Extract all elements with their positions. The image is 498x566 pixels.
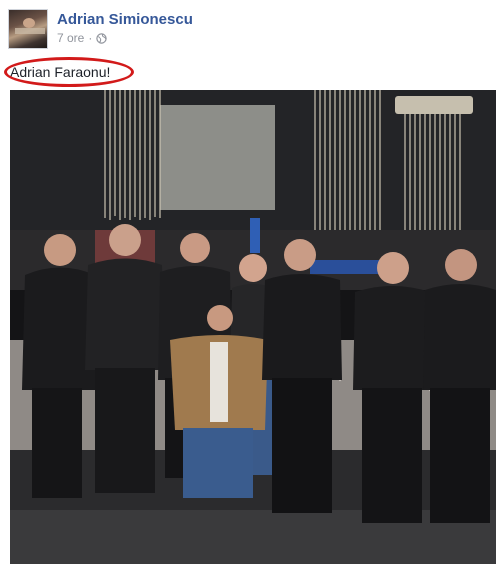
author-avatar[interactable] [8,9,48,49]
post-meta: 7 ore · [57,31,108,45]
caption-area: Adrian Faraonu! [4,57,134,87]
post-timestamp[interactable]: 7 ore [57,31,84,45]
meta-separator: · [88,31,93,45]
post-header: Adrian Simionescu 7 ore · [0,0,498,56]
post-photo[interactable] [10,90,496,564]
avatar-figure [23,18,35,28]
feed-post: Adrian Simionescu 7 ore · Adrian Faraonu… [0,0,498,566]
author-name-link[interactable]: Adrian Simionescu [57,11,193,28]
red-annotation-oval [4,57,134,87]
group-photo-illustration [10,90,496,564]
globe-icon[interactable] [96,32,108,44]
avatar-detail [15,28,45,34]
